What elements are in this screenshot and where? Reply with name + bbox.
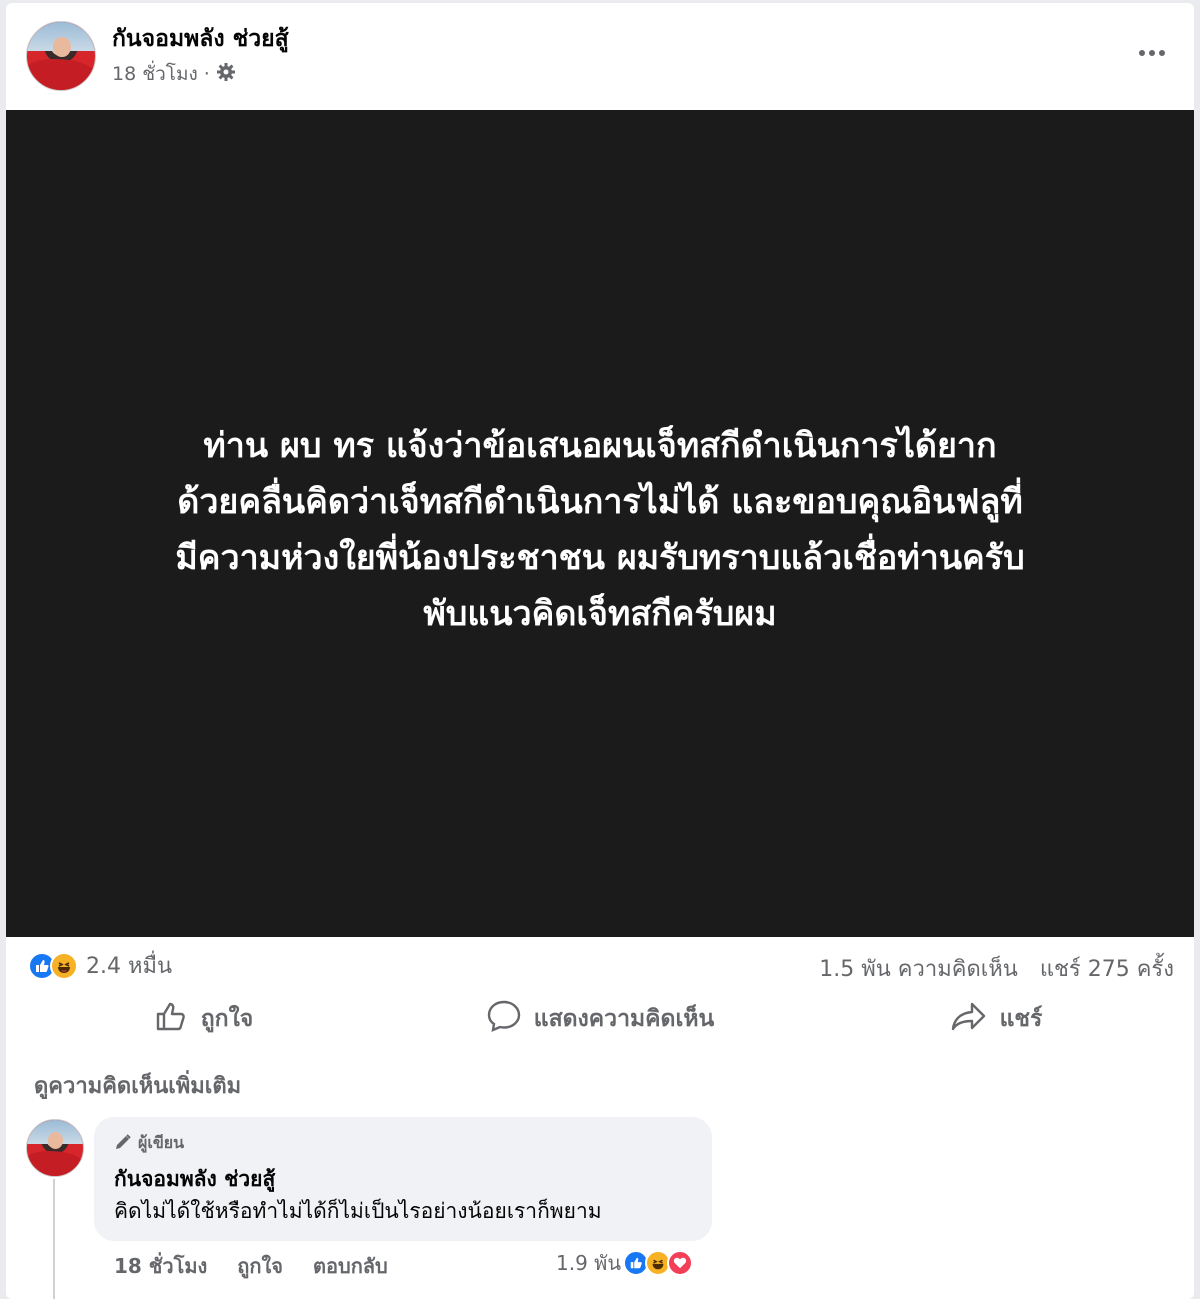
- comment-reactions-count: 1.9 พัน: [556, 1251, 622, 1275]
- comment-text: คิดไม่ได้ใช้หรือทำไม่ได้ก็ไม่เป็นไรอย่าง…: [114, 1199, 602, 1223]
- pencil-icon: [114, 1133, 132, 1155]
- post-text-line: ท่าน ผบ ทร แจ้งว่าข้อเสนอผนเจ็ทสกีดำเนิน…: [203, 426, 997, 466]
- comment-meta: 18 ชั่วโมง ถูกใจ ตอบกลับ: [114, 1250, 388, 1282]
- like-button-label: ถูกใจ: [200, 1006, 254, 1032]
- view-more-comments-link[interactable]: ดูความคิดเห็นเพิ่มเติม: [34, 1068, 241, 1103]
- comment-author-name[interactable]: กันจอมพลัง ช่วยสู้: [114, 1163, 275, 1196]
- post-image-text: ท่าน ผบ ทร แจ้งว่าข้อเสนอผนเจ็ทสกีดำเนิน…: [46, 418, 1154, 642]
- reactions-count: 2.4 หมื่น: [86, 954, 173, 979]
- post-card: กันจอมพลัง ช่วยสู้ 18 ชั่วโมง · ท่าน ผบ …: [6, 3, 1194, 1299]
- post-actions: ถูกใจ แสดงความคิดเห็น แชร์: [6, 993, 1194, 1045]
- share-arrow-icon: [950, 1000, 988, 1038]
- comment-reply-button[interactable]: ตอบกลับ: [313, 1250, 388, 1282]
- share-button[interactable]: แชร์: [798, 993, 1194, 1045]
- comment-bubble-icon: [486, 999, 522, 1039]
- post-text-line: มีความห่วงใยพี่น้องประชาชน ผมรับทราบแล้ว…: [175, 538, 1025, 578]
- comment-button-label: แสดงความคิดเห็น: [533, 1006, 715, 1032]
- post-time[interactable]: 18 ชั่วโมง: [112, 59, 198, 89]
- meta-separator: ·: [203, 63, 210, 85]
- comments-count[interactable]: 1.5 พัน ความคิดเห็น: [819, 951, 1018, 986]
- comment-button[interactable]: แสดงความคิดเห็น: [402, 993, 798, 1045]
- gear-icon: [216, 62, 236, 87]
- post-meta: 18 ชั่วโมง ·: [112, 59, 236, 89]
- author-badge: ผู้เขียน: [114, 1131, 184, 1156]
- post-text-line: พับแนวคิดเจ็ทสกีครับผม: [423, 594, 777, 634]
- reactions-summary[interactable]: 2.4 หมื่น: [28, 948, 172, 983]
- post-author-name[interactable]: กันจอมพลัง ช่วยสู้: [112, 21, 289, 57]
- comment-like-button[interactable]: ถูกใจ: [237, 1250, 283, 1282]
- more-horizontal-icon[interactable]: [1132, 41, 1172, 65]
- thumbs-up-icon: [155, 1000, 189, 1038]
- comment-reactions[interactable]: 1.9 พัน: [556, 1247, 694, 1279]
- author-avatar[interactable]: [26, 21, 96, 91]
- like-button[interactable]: ถูกใจ: [6, 993, 402, 1045]
- post-text-line: ด้วยคลื่นคิดว่าเจ็ทสกีดำเนินการไม่ได้ แล…: [177, 482, 1023, 522]
- haha-reaction-icon: [50, 951, 78, 980]
- thread-line: [53, 1179, 55, 1299]
- commenter-avatar[interactable]: [26, 1119, 84, 1177]
- post-stats: 1.5 พัน ความคิดเห็น แชร์ 275 ครั้ง: [819, 951, 1174, 986]
- love-reaction-icon: [667, 1250, 694, 1276]
- share-button-label: แชร์: [999, 1006, 1043, 1032]
- comment-time[interactable]: 18 ชั่วโมง: [114, 1250, 207, 1282]
- shares-count[interactable]: แชร์ 275 ครั้ง: [1040, 951, 1174, 986]
- post-image[interactable]: ท่าน ผบ ทร แจ้งว่าข้อเสนอผนเจ็ทสกีดำเนิน…: [6, 110, 1194, 937]
- comment-bubble: ผู้เขียน กันจอมพลัง ช่วยสู้ คิดไม่ได้ใช้…: [94, 1117, 712, 1241]
- author-badge-label: ผู้เขียน: [138, 1133, 185, 1152]
